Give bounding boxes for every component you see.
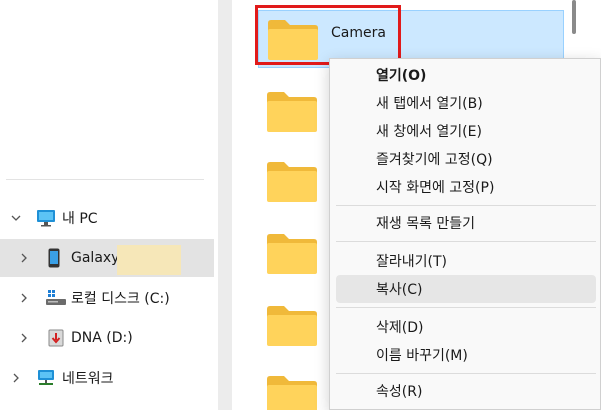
chevron-right-icon[interactable] [18, 252, 30, 264]
menu-item-label: 속성(R) [376, 384, 423, 400]
nav-item-label: DNA (D:) [71, 330, 133, 346]
menu-item-rename[interactable]: 이름 바꾸기(M) [336, 341, 596, 369]
menu-item-create-playlist[interactable]: 재생 목록 만들기 [336, 209, 596, 237]
chevron-right-icon[interactable] [18, 292, 30, 304]
menu-item-label: 복사(C) [376, 282, 423, 298]
menu-item-label: 새 창에서 열기(E) [376, 124, 482, 140]
menu-separator [336, 205, 596, 206]
menu-item-label: 이름 바꾸기(M) [376, 348, 468, 364]
nav-item-label: 로컬 디스크 (C:) [71, 291, 170, 307]
nav-item-label: 내 PC [62, 211, 98, 227]
chevron-right-icon[interactable] [18, 332, 30, 344]
menu-item-open-new-window[interactable]: 새 창에서 열기(E) [336, 117, 596, 145]
redacted-area [117, 245, 181, 275]
menu-item-pin-quick-access[interactable]: 즐겨찾기에 고정(Q) [336, 145, 596, 173]
nav-item-local-disk[interactable]: 로컬 디스크 (C:) [0, 279, 214, 317]
menu-item-pin-start[interactable]: 시작 화면에 고정(P) [336, 173, 596, 201]
menu-item-label: 재생 목록 만들기 [376, 216, 476, 232]
context-menu: 열기(O) 새 탭에서 열기(B) 새 창에서 열기(E) 즐겨찾기에 고정(Q… [329, 58, 601, 410]
menu-item-label: 삭제(D) [376, 320, 424, 336]
menu-item-label: 즐겨찾기에 고정(Q) [376, 152, 493, 168]
nav-item-label: Galaxy [71, 250, 120, 266]
menu-item-label: 열기(O) [376, 68, 427, 84]
network-icon [36, 369, 56, 391]
navigation-pane: 내 PC Galaxy 로컬 디스크 (C:) DNA (D:) 네트워크 [0, 0, 218, 410]
highlight-box [255, 5, 401, 65]
menu-item-copy[interactable]: 복사(C) [336, 275, 596, 303]
menu-item-cut[interactable]: 잘라내기(T) [336, 247, 596, 275]
nav-divider [6, 179, 204, 180]
menu-separator [336, 307, 596, 308]
folder-icon [266, 305, 318, 347]
phone-icon [48, 248, 60, 272]
menu-separator [336, 373, 596, 374]
menu-item-open-new-tab[interactable]: 새 탭에서 열기(B) [336, 89, 596, 117]
menu-item-label: 시작 화면에 고정(P) [376, 180, 495, 196]
scrollbar-thumb[interactable] [572, 0, 576, 34]
folder-icon [266, 91, 318, 133]
menu-item-delete[interactable]: 삭제(D) [336, 313, 596, 341]
menu-item-open[interactable]: 열기(O) [336, 61, 596, 89]
folder-icon [266, 161, 318, 203]
chevron-right-icon[interactable] [10, 372, 22, 384]
menu-separator [336, 241, 596, 242]
nav-item-this-pc[interactable]: 내 PC [0, 199, 214, 237]
folder-icon [266, 233, 318, 275]
nav-item-galaxy[interactable]: Galaxy [0, 239, 214, 277]
drive-icon [46, 290, 66, 310]
chevron-down-icon[interactable] [10, 212, 22, 224]
nav-item-dna-drive[interactable]: DNA (D:) [0, 319, 214, 357]
menu-item-properties[interactable]: 속성(R) [336, 377, 596, 405]
monitor-icon [36, 209, 56, 231]
pane-splitter[interactable] [218, 0, 232, 410]
folder-icon [266, 375, 318, 410]
menu-item-label: 잘라내기(T) [376, 254, 447, 270]
nav-item-network[interactable]: 네트워크 [0, 359, 214, 397]
usb-drive-icon [48, 329, 64, 351]
nav-item-label: 네트워크 [62, 371, 114, 387]
menu-item-label: 새 탭에서 열기(B) [376, 96, 483, 112]
